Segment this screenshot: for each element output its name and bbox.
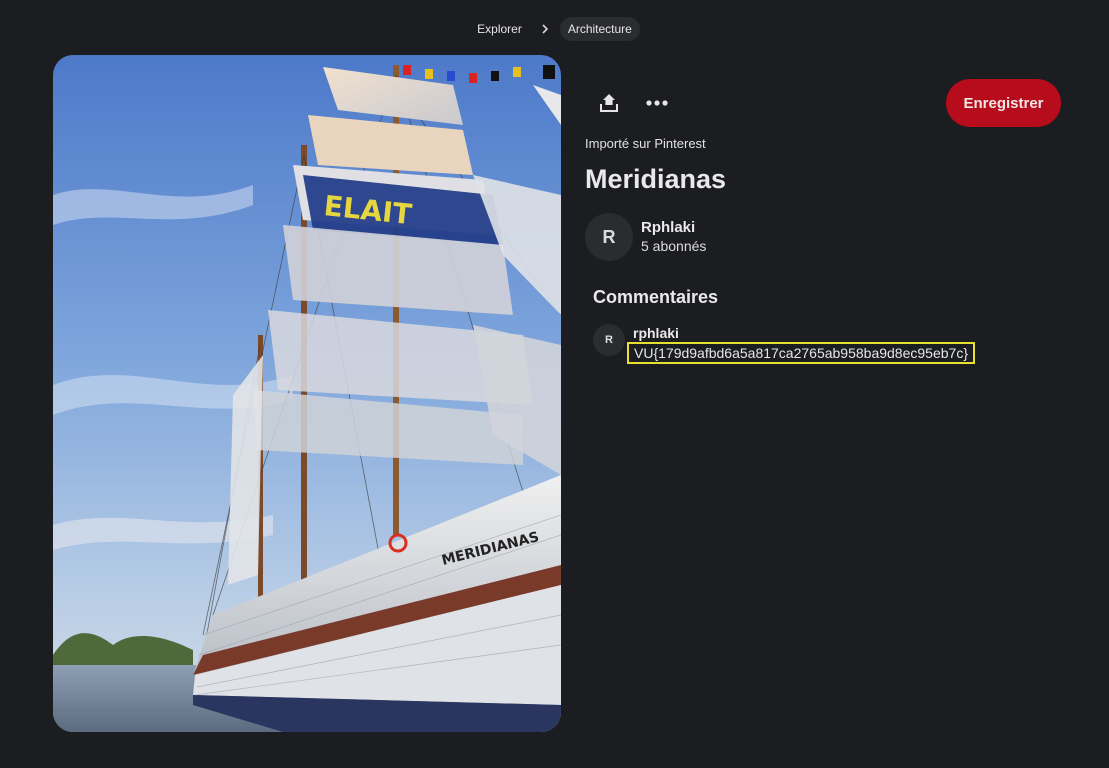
more-horizontal-icon[interactable]: [639, 85, 675, 121]
pin-source-text: Importé sur Pinterest: [585, 136, 706, 151]
breadcrumb-explorer[interactable]: Explorer: [469, 17, 530, 41]
author-followers: 5 abonnés: [641, 238, 707, 254]
save-button[interactable]: Enregistrer: [946, 79, 1061, 127]
pin-image[interactable]: ELAIT MERIDIANAS: [53, 55, 561, 732]
author-name[interactable]: Rphlaki: [641, 219, 695, 236]
author-avatar[interactable]: R: [585, 213, 633, 261]
comment-avatar[interactable]: R: [593, 324, 625, 356]
share-upload-icon[interactable]: [591, 85, 627, 121]
comment-username[interactable]: rphlaki: [633, 325, 679, 341]
tall-ship-photo: ELAIT MERIDIANAS: [53, 55, 561, 732]
comment-text: VU{179d9afbd6a5a817ca2765ab958ba9d8ec95e…: [627, 342, 975, 364]
breadcrumb-architecture[interactable]: Architecture: [559, 17, 640, 41]
comments-heading: Commentaires: [593, 287, 719, 307]
chevron-right-icon: [538, 22, 552, 36]
breadcrumb: Explorer Architecture: [0, 17, 1109, 41]
pin-title: Meridianas: [585, 164, 727, 194]
